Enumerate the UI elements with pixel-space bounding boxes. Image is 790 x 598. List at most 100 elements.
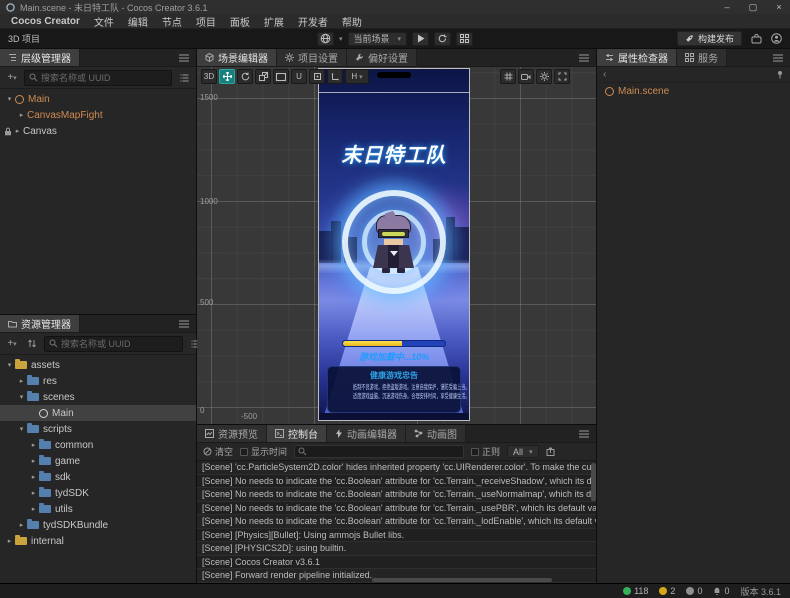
console-horizontal-scrollbar[interactable] [372,578,552,582]
notification-count[interactable]: 0 [713,586,729,596]
create-asset-button[interactable]: +▾ [4,336,20,352]
create-node-button[interactable]: +▾ [4,70,20,86]
asset-row-sdk[interactable]: ▸sdk [0,469,196,485]
menu-item-help[interactable]: 帮助 [335,14,369,28]
log-row[interactable]: [Scene] [Physics][Bullet]: Using ammojs … [197,529,596,543]
tree-arrow-icon[interactable]: ▸ [12,127,23,135]
view-settings-button[interactable] [536,69,552,84]
menu-item-project[interactable]: 项目 [189,14,223,28]
nav-back-button[interactable]: ‹ [603,69,606,80]
scene-viewport[interactable]: 3D U H▾ 150010005000-500 [197,67,596,424]
menu-item-developer[interactable]: 开发者 [291,14,335,28]
preview-platform-button[interactable] [317,32,334,46]
menu-item-node[interactable]: 节点 [155,14,189,28]
hierarchy-row-canvas[interactable]: ▸Canvas [0,123,196,139]
rotate-tool-button[interactable] [237,69,253,84]
asset-row-common[interactable]: ▸common [0,437,196,453]
hierarchy-row-main[interactable]: ▾Main [0,91,196,107]
menu-item-cocos-creator[interactable]: Cocos Creator [4,14,87,28]
asset-row-scripts[interactable]: ▾scripts [0,421,196,437]
menu-item-panel[interactable]: 面板 [223,14,257,28]
menu-item-extension[interactable]: 扩展 [257,14,291,28]
tab-menu-button[interactable] [572,425,596,442]
tab-animation-graph[interactable]: 动画图 [406,425,466,442]
tree-arrow-icon[interactable]: ▸ [16,521,27,529]
tab-preferences[interactable]: 偏好设置 [347,49,417,66]
pivot-mode-button[interactable] [309,69,325,84]
tree-arrow-icon[interactable]: ▸ [28,473,39,481]
tab-inspector[interactable]: 属性检查器 [597,49,677,66]
log-row[interactable]: [Scene] No needs to indicate the 'cc.Boo… [197,502,596,516]
ui-transform-tool-button[interactable]: U [291,69,307,84]
log-row[interactable]: [Scene] Cocos Creator v3.6.1 [197,556,596,570]
log-row[interactable]: [Scene] No needs to indicate the 'cc.Boo… [197,488,596,502]
log-row[interactable]: [Scene] 'cc.ParticleSystem2D.color' hide… [197,461,596,475]
reload-button[interactable] [434,32,451,46]
tab-project-settings[interactable]: 项目设置 [277,49,347,66]
tree-arrow-icon[interactable]: ▸ [28,489,39,497]
move-tool-button[interactable] [219,69,235,84]
menu-item-edit[interactable]: 编辑 [121,14,155,28]
menu-item-file[interactable]: 文件 [87,14,121,28]
play-button[interactable] [412,32,429,46]
scale-tool-button[interactable] [255,69,271,84]
checkbox[interactable] [240,448,248,456]
regex-toggle[interactable]: 正则 [471,445,500,458]
preview-platform-caret[interactable]: ▾ [339,35,343,43]
asset-row-assets[interactable]: ▾assets [0,357,196,373]
assets-search-input[interactable] [61,339,178,349]
tree-arrow-icon[interactable]: ▸ [16,377,27,385]
log-row[interactable]: [Scene] No needs to indicate the 'cc.Boo… [197,515,596,529]
asset-row-main-scene[interactable]: Main [0,405,196,421]
assets-menu-button[interactable] [172,315,196,332]
error-count[interactable]: 0 [686,586,702,596]
tab-scene-editor[interactable]: 场景编辑器 [197,49,277,66]
hierarchy-search-input[interactable] [41,73,167,83]
checkbox[interactable] [471,448,479,456]
scene-select[interactable]: 当前场景▾ [347,32,407,46]
asset-row-tydsdk[interactable]: ▸tydSDK [0,485,196,501]
tree-arrow-icon[interactable]: ▾ [16,425,27,433]
tab-menu-button[interactable] [766,49,790,66]
asset-row-utils[interactable]: ▸utils [0,501,196,517]
log-row[interactable]: [Scene] No needs to indicate the 'cc.Boo… [197,475,596,489]
export-logs-button[interactable] [546,447,555,456]
log-level-select[interactable]: All ▾ [507,445,539,458]
tab-animation-editor[interactable]: 动画编辑器 [327,425,406,442]
tree-arrow-icon[interactable]: ▾ [16,393,27,401]
pin-icon[interactable] [776,70,784,79]
asset-row-tydsdkbundle[interactable]: ▸tydSDKBundle [0,517,196,533]
tree-arrow-icon[interactable]: ▸ [16,111,27,119]
clear-console-button[interactable]: 清空 [203,445,233,458]
user-avatar-icon[interactable] [771,33,782,44]
rect-tool-button[interactable] [273,69,289,84]
hierarchy-row-canvasmapfight[interactable]: ▸CanvasMapFight [0,107,196,123]
fullscreen-button[interactable] [554,69,570,84]
tab-hierarchy[interactable]: 层级管理器 [0,49,80,66]
tree-arrow-icon[interactable]: ▸ [4,537,15,545]
tree-arrow-icon[interactable]: ▾ [4,95,15,103]
asset-row-game[interactable]: ▸game [0,453,196,469]
hierarchy-menu-button[interactable] [172,49,196,66]
camera-preview-button[interactable] [518,69,534,84]
tab-console[interactable]: 控制台 [267,425,327,442]
maximize-button[interactable]: ▢ [748,2,758,13]
multi-device-preview-button[interactable] [456,32,473,46]
tab-service[interactable]: 服务 [677,49,727,66]
console-vertical-scrollbar[interactable] [591,463,596,501]
console-search-input[interactable] [310,447,460,457]
tree-arrow-icon[interactable]: ▸ [28,505,39,513]
toggle-3d-button[interactable]: 3D [201,69,217,84]
hierarchy-filter-button[interactable] [176,70,192,86]
asset-row-scenes[interactable]: ▾scenes [0,389,196,405]
info-count[interactable]: 118 [623,586,648,596]
asset-row-internal[interactable]: ▸internal [0,533,196,549]
close-button[interactable]: × [774,2,784,13]
grid-visibility-button[interactable] [500,69,516,84]
handle-mode-dropdown[interactable]: H▾ [345,69,369,84]
minimize-button[interactable]: – [722,2,732,13]
tab-menu-button[interactable] [572,49,596,66]
show-time-toggle[interactable]: 显示时间 [240,445,287,458]
coordinate-mode-button[interactable] [327,69,343,84]
tree-arrow-icon[interactable]: ▾ [4,361,15,369]
